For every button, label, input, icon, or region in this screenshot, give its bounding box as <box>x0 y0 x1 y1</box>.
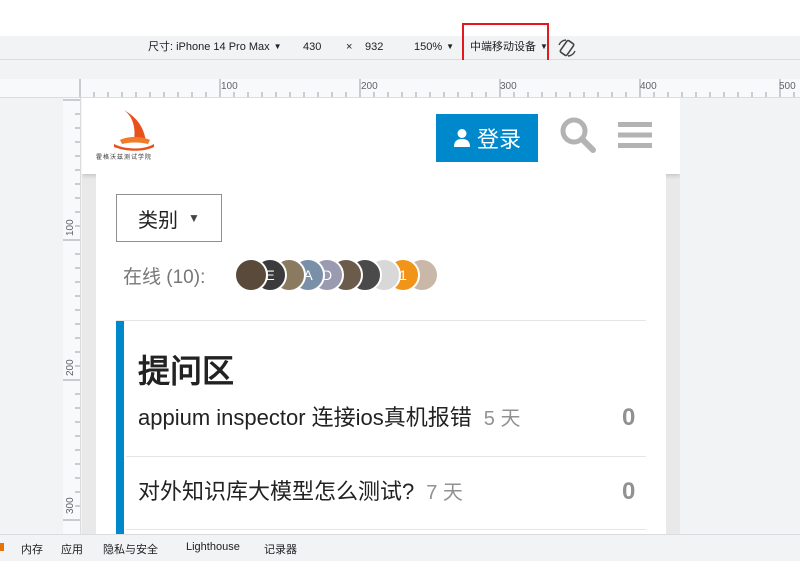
logo-text: 霍格沃兹测试学院 <box>96 155 153 161</box>
online-avatars: EAD1 <box>234 258 454 292</box>
height-input[interactable]: 932 <box>365 36 383 60</box>
ruler-label: 300 <box>500 81 517 92</box>
times-sign: × <box>346 41 353 53</box>
topic-age: 5 天 <box>483 408 521 430</box>
search-icon[interactable] <box>558 115 598 155</box>
ruler-label: 200 <box>361 81 378 92</box>
divider <box>126 529 646 530</box>
tab-lighthouse[interactable]: Lighthouse <box>186 541 240 553</box>
tab-recorder[interactable]: 记录器 <box>264 541 297 557</box>
ruler-label: 100 <box>221 81 238 92</box>
login-button[interactable]: 登录 <box>436 114 538 162</box>
ruler-label: 400 <box>640 81 657 92</box>
ruler-ticks <box>63 99 80 521</box>
divider <box>116 320 646 321</box>
vertical-ruler: 100 200 300 <box>63 98 81 534</box>
chevron-down-icon: ▼ <box>273 42 282 51</box>
top-area <box>0 0 800 36</box>
user-icon <box>453 129 470 147</box>
site-header: 霍格沃兹测试学院 登录 <box>82 98 680 174</box>
topic-row[interactable]: appium inspector 连接ios真机报错 5 天 <box>138 400 520 432</box>
divider <box>126 456 646 457</box>
login-label: 登录 <box>476 127 521 152</box>
tab-memory[interactable]: 内存 <box>21 541 43 557</box>
online-label: 在线 (10): <box>123 267 206 288</box>
topic-reply-count: 0 <box>622 478 636 505</box>
category-dropdown-label: 类别 <box>138 209 179 232</box>
device-select[interactable]: 尺寸: iPhone 14 Pro Max ▼ <box>148 36 282 60</box>
device-toolbar: 尺寸: iPhone 14 Pro Max ▼ 430 × 932 150% ▼ 中… <box>0 36 800 60</box>
topic-age: 7 天 <box>426 482 463 504</box>
tab-privacy-security[interactable]: 隐私与安全 <box>103 541 158 557</box>
category-color-bar <box>116 321 124 534</box>
zoom-select[interactable]: 150% ▼ <box>414 36 454 60</box>
topic-row[interactable]: 对外知识库大模型怎么测试? 7 天 <box>138 474 463 506</box>
width-input[interactable]: 430 <box>303 36 321 60</box>
horizontal-ruler: 100 200 300 400 500 <box>0 79 800 98</box>
device-viewport: 霍格沃兹测试学院 登录 类别 ▼ 在线 (10): EAD1 提问区 appiu… <box>82 98 680 534</box>
topic-title[interactable]: appium inspector 连接ios真机报错 <box>138 405 472 430</box>
category-dropdown[interactable]: 类别 ▼ <box>116 194 222 242</box>
caret-down-icon: ▼ <box>188 211 200 225</box>
zoom-label: 150% <box>414 41 443 53</box>
ruler-label: 500 <box>779 81 796 92</box>
ruler-gap <box>0 60 800 79</box>
ruler-label: 100 <box>65 219 76 236</box>
hamburger-menu-icon[interactable] <box>618 120 652 150</box>
ruler-label: 300 <box>65 497 76 514</box>
category-title[interactable]: 提问区 <box>138 346 234 392</box>
chevron-down-icon: ▼ <box>446 42 455 51</box>
ruler-ticks <box>79 79 795 97</box>
content-card: 类别 ▼ 在线 (10): EAD1 提问区 appium inspector … <box>96 174 666 534</box>
user-avatar[interactable] <box>234 258 268 292</box>
devtools-drawer: 内存 应用 隐私与安全 Lighthouse 记录器 <box>0 534 800 561</box>
device-label: 尺寸: iPhone 14 Pro Max <box>148 41 270 53</box>
drawer-marker <box>0 543 4 551</box>
rotate-icon[interactable] <box>557 38 577 58</box>
ruler-label: 200 <box>65 359 76 376</box>
topic-title[interactable]: 对外知识库大模型怎么测试? <box>138 479 414 504</box>
topic-reply-count: 0 <box>622 404 636 431</box>
tab-application[interactable]: 应用 <box>61 541 83 557</box>
